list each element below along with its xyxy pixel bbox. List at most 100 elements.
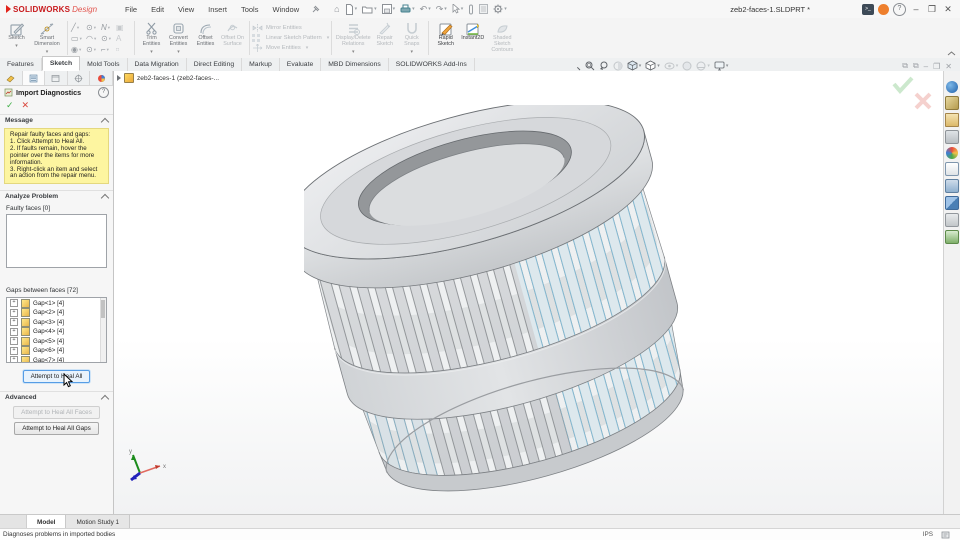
circle-tool-icon[interactable]: ⊙▾ [86,23,101,32]
linear-pattern-button[interactable]: Linear Sketch Pattern ▾ [252,34,329,42]
small-point-icon[interactable]: □ [116,47,131,53]
design-library-icon[interactable] [945,96,959,110]
tab-data-migration[interactable]: Data Migration [128,58,187,71]
polygon-tool-icon[interactable]: ◉▾ [71,45,86,54]
zoom-to-fit-icon[interactable] [571,61,581,71]
panel-help-icon[interactable] [98,87,109,98]
save-icon[interactable]: ▾ [380,3,398,15]
configurationmanager-tab[interactable] [45,71,68,85]
tab-direct-editing[interactable]: Direct Editing [187,58,242,71]
new-document-icon[interactable]: ▾ [343,3,360,16]
move-entities-button[interactable]: Move Entities ▾ [252,44,308,52]
propertymanager-tab[interactable] [23,71,46,85]
zoom-to-area-icon[interactable] [585,61,595,71]
convert-caret[interactable]: ▾ [177,49,180,55]
tab-markup[interactable]: Markup [242,58,280,71]
forum-icon[interactable] [945,179,959,193]
gap-list-item[interactable]: Gap<2> [4] [7,308,106,318]
smart-dimension-caret[interactable]: ▾ [46,49,49,55]
minimize-button[interactable]: – [910,1,922,17]
apply-scene-icon[interactable]: ▾ [696,61,710,71]
ellipse-tool-icon[interactable]: ⊙▾ [101,34,116,43]
analyze-problem-header[interactable]: Analyze Problem [0,190,113,202]
gap-list-item[interactable]: Gap<6> [4] [7,346,106,356]
faulty-faces-list[interactable] [6,214,107,268]
view-settings-icon[interactable]: ▾ [714,61,729,71]
tab-motion-study[interactable]: Motion Study 1 [66,515,130,529]
expand-icon[interactable] [10,347,18,355]
gap-list-item[interactable]: Gap<4> [4] [7,327,106,337]
heal-all-faces-button[interactable]: Attempt to Heal All Faces [13,406,100,419]
previous-view-icon[interactable] [599,61,609,71]
view-palette-icon[interactable] [945,130,959,144]
edit-appearance-icon[interactable] [682,61,692,71]
expand-icon[interactable] [10,328,18,336]
restore-button[interactable]: ❐ [926,1,938,17]
graphics-viewport[interactable]: zeb2-faces-1 (zeb2-faces-... [114,71,944,515]
recycle-icon[interactable] [945,213,959,227]
spline-tool-icon[interactable]: N▾ [101,23,116,32]
doc-close-button[interactable]: ✕ [945,62,952,71]
cancel-button[interactable] [22,100,30,111]
offset-entities-button[interactable]: Offset Entities [192,20,219,48]
dimxpertmanager-tab[interactable] [68,71,91,85]
open-icon[interactable]: ▾ [360,4,379,15]
model-3d-part[interactable] [304,105,749,515]
trim-entities-button[interactable]: Trim Entities ▾ [138,20,165,55]
tab-model[interactable]: Model [27,515,66,529]
doc-cascade-icon[interactable]: ⧉ [913,61,919,71]
mirror-entities-button[interactable]: Mirror Entities [252,24,302,32]
undo-icon[interactable]: ↶▾ [418,4,433,15]
trim-caret[interactable]: ▾ [150,49,153,55]
menu-tools[interactable]: Tools [235,3,265,16]
collapse-toolbar-icon[interactable] [947,51,956,56]
print-icon[interactable]: ▾ [398,3,417,15]
menu-window[interactable]: Window [266,3,305,16]
tab-sketch[interactable]: Sketch [42,56,80,71]
rapid-sketch-button[interactable]: Rapid Sketch [432,20,459,48]
featuremanager-tab[interactable] [0,71,23,85]
tab-mold-tools[interactable]: Mold Tools [80,58,127,71]
gaps-list[interactable]: Gap<1> [4] Gap<2> [4] Gap<3> [4] Gap<4> … [6,297,107,363]
file-explorer-icon[interactable] [945,113,959,127]
sheet-icon[interactable] [477,3,490,15]
repair-sketch-button[interactable]: Repair Sketch [371,20,398,48]
smart-dimension-button[interactable]: Smart Dimension ▾ [30,20,64,55]
line-tool-icon[interactable]: ╱▾ [71,23,86,32]
menu-edit[interactable]: Edit [145,3,170,16]
home-icon[interactable]: ⌂ [332,4,341,15]
gap-list-item[interactable]: Gap<5> [4] [7,336,106,346]
message-section-header[interactable]: Message [0,114,113,126]
terminal-icon[interactable] [862,4,874,15]
ok-button[interactable] [6,100,14,111]
doc-restore-button[interactable]: ❐ [933,62,940,71]
appearances-scenes-icon[interactable] [946,147,958,159]
compare-icon[interactable] [945,196,959,210]
offset-on-surface-button[interactable]: Offset On Surface [219,20,246,48]
close-button[interactable]: ✕ [942,1,954,17]
expand-icon[interactable] [10,337,18,345]
plane-tool-icon[interactable]: ▣ [116,23,131,32]
gap-list-item[interactable]: Gap<7> [4] [7,355,106,363]
lab-flask-icon[interactable] [945,230,959,244]
advanced-section-header[interactable]: Advanced [0,391,113,403]
gaps-scrollbar[interactable] [100,298,106,362]
sketch-dropdown-caret[interactable]: ▾ [15,43,18,49]
quick-snaps-caret[interactable]: ▾ [411,49,414,55]
shaded-sketch-contours-button[interactable]: Shaded Sketch Contours [486,20,518,53]
measure-icon[interactable] [466,3,476,16]
help-icon[interactable] [893,3,906,16]
account-icon[interactable] [878,4,889,15]
arc-tool-icon[interactable]: ⌐▾ [101,45,116,54]
doc-minimize-button[interactable]: – [924,62,928,71]
tag-editing-icon[interactable] [941,530,950,539]
section-view-icon[interactable] [613,61,623,71]
options-gear-icon[interactable]: ▾ [491,3,509,15]
linear-pattern-caret[interactable]: ▾ [327,35,330,41]
tab-evaluate[interactable]: Evaluate [280,58,321,71]
sketch-tool-button[interactable]: Sketch ▾ [3,20,30,49]
tab-mbd-dimensions[interactable]: MBD Dimensions [321,58,389,71]
menu-view[interactable]: View [172,3,200,16]
point-tool-icon[interactable]: ⊙▾ [86,45,101,54]
convert-entities-button[interactable]: Convert Entities ▾ [165,20,192,55]
